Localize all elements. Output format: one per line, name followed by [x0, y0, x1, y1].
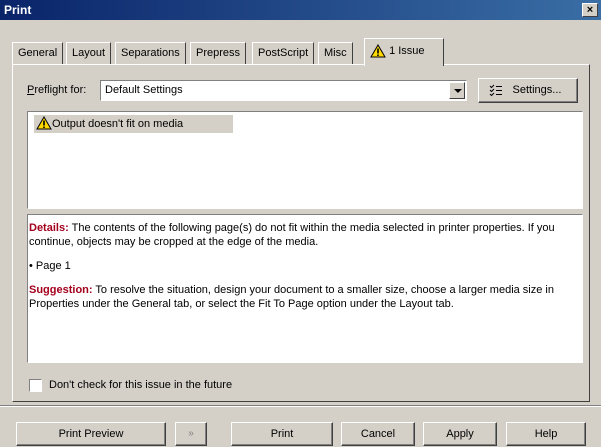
- tab-postscript[interactable]: PostScript: [252, 42, 315, 64]
- issues-list[interactable]: Output doesn't fit on media: [27, 111, 583, 209]
- page-bullet: • Page 1: [29, 260, 71, 272]
- print-button[interactable]: Print: [231, 422, 333, 446]
- tab-misc[interactable]: Misc: [318, 42, 353, 64]
- suggestion-label: Suggestion:: [29, 284, 93, 296]
- expand-preview-button[interactable]: »: [175, 422, 207, 446]
- suggestion-paragraph: Suggestion: To resolve the situation, de…: [29, 283, 578, 311]
- tab-prepress[interactable]: Prepress: [190, 42, 247, 64]
- window-title: Print: [4, 3, 32, 17]
- details-pane: Details: The contents of the following p…: [27, 214, 583, 363]
- button-bar: Print Preview » Print Cancel Apply Help: [0, 411, 601, 447]
- help-button[interactable]: Help: [506, 422, 586, 446]
- settings-button-label: Settings...: [512, 84, 562, 96]
- dont-check-checkbox[interactable]: [29, 379, 42, 392]
- details-label: Details:: [29, 222, 69, 234]
- print-preview-button[interactable]: Print Preview: [16, 422, 166, 446]
- details-text: The contents of the following page(s) do…: [29, 222, 555, 248]
- issue-text: Output doesn't fit on media: [52, 118, 184, 130]
- preflight-select[interactable]: Default Settings: [100, 80, 467, 101]
- cancel-button[interactable]: Cancel: [341, 422, 415, 446]
- suggestion-text: To resolve the situation, design your do…: [29, 284, 554, 310]
- checklist-icon: [489, 84, 502, 97]
- issue-item[interactable]: Output doesn't fit on media: [34, 115, 233, 133]
- warning-icon: [36, 116, 52, 130]
- tab-separations[interactable]: Separations: [115, 42, 186, 64]
- preflight-selected-value: Default Settings: [105, 84, 183, 96]
- tab-issues-label: 1 Issue: [389, 45, 425, 57]
- preflight-label: Preflight for:: [27, 84, 87, 96]
- dropdown-arrow-icon[interactable]: [449, 82, 465, 99]
- dont-check-label[interactable]: Don't check for this issue in the future: [49, 379, 232, 391]
- double-chevron-icon: »: [188, 428, 194, 439]
- tab-layout[interactable]: Layout: [66, 42, 112, 64]
- settings-button[interactable]: Settings...: [478, 78, 578, 103]
- title-bar[interactable]: Print ×: [0, 0, 601, 20]
- tab-issues[interactable]: 1 Issue: [364, 38, 444, 66]
- apply-button[interactable]: Apply: [423, 422, 497, 446]
- warning-icon: [370, 44, 386, 58]
- divider: [0, 405, 601, 407]
- close-button[interactable]: ×: [582, 3, 598, 17]
- print-dialog: Print × General Layout Separations Prepr…: [0, 0, 601, 447]
- details-paragraph: Details: The contents of the following p…: [29, 221, 578, 249]
- tab-general[interactable]: General: [12, 42, 64, 64]
